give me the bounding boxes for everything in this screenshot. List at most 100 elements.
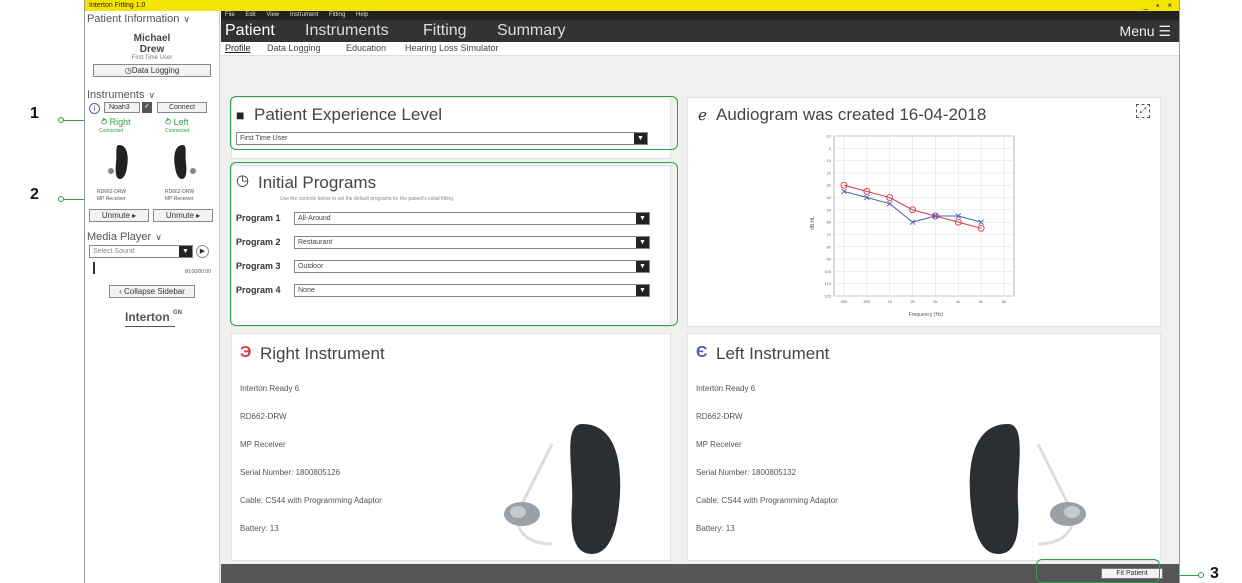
unmute-left-button[interactable]: Unmute ▸ — [153, 209, 213, 222]
x-tick-label: 2k — [910, 299, 914, 304]
left-instrument-line-2: RD662-DRW — [696, 412, 743, 421]
x-tick-label: 250 — [841, 299, 848, 304]
x-tick-label: 6k — [979, 299, 983, 304]
right-instrument-line-1: Interton Ready 6 — [240, 384, 300, 393]
media-player-header[interactable]: Media Player ∨ — [85, 229, 219, 243]
patient-last-name: Drew — [139, 44, 165, 55]
menu-button[interactable]: Menu ☰ — [1120, 23, 1171, 40]
chevron-down-icon: ∨ — [183, 14, 190, 24]
audiogram-chart: -10 0 10 20 30 40 50 60 70 80 90 100 110 120 250 500 1k 2… — [810, 134, 1015, 318]
audiogram-xlabel: Frequency (Hz) — [909, 312, 944, 318]
left-ear-icon: Є — [696, 344, 708, 361]
patient-first-name: Michael — [133, 33, 171, 44]
menu-bar: File Edit View Instrument Fitting Help — [221, 11, 1179, 20]
tab-patient[interactable]: Patient — [225, 22, 275, 40]
right-hearing-aid-image — [504, 424, 621, 554]
left-status: Connected — [165, 128, 190, 134]
select-sound-dropdown[interactable]: Select Sound ▼ — [89, 245, 193, 258]
interton-logo: Interton GN — [125, 310, 183, 324]
right-instrument-card: Э Right Instrument Interton Ready 6 RD66… — [231, 333, 671, 561]
sub-tab-bar: Profile Data Logging Education Hearing L… — [221, 42, 1179, 56]
left-instrument-line-6: Battery: 13 — [696, 524, 735, 533]
left-instrument-line-5: Cable: CS44 with Programming Adaptor — [696, 496, 838, 505]
right-instrument-line-3: MP Receiver — [240, 440, 286, 449]
collapse-sidebar-button[interactable]: ‹ Collapse Sidebar — [109, 285, 195, 298]
y-tick-label: 40 — [827, 195, 832, 200]
data-logging-button[interactable]: ◷Data Logging — [93, 64, 211, 77]
y-tick-label: 70 — [827, 232, 832, 237]
audiogram-ylabel: dB HL — [810, 216, 816, 230]
left-connect-label: ⥁ Left — [165, 117, 189, 127]
left-instrument-line-4: Serial Number: 1800805132 — [696, 468, 797, 477]
left-model: RD662-DRW — [165, 189, 195, 195]
right-status: Connected — [99, 128, 124, 134]
title-bar: Interton Fitting 1.0 _ ▪ × — [85, 0, 1179, 11]
subtab-hearing-loss-simulator[interactable]: Hearing Loss Simulator — [405, 43, 499, 53]
menu-file[interactable]: File — [225, 12, 235, 18]
right-instrument-line-2: RD662-DRW — [240, 412, 287, 421]
y-tick-label: 100 — [824, 269, 831, 274]
subtab-profile[interactable]: Profile — [225, 43, 251, 53]
left-instrument-title: Left Instrument — [716, 344, 830, 363]
instruments-label: Instruments — [87, 89, 145, 101]
y-tick-label: 60 — [827, 220, 832, 225]
right-instrument-line-5: Cable: CS44 with Programming Adaptor — [240, 496, 382, 505]
audiogram-grid: -10 0 10 20 30 40 50 60 70 80 90 100 110 120 250 500 1k 2… — [824, 134, 1015, 304]
menu-instrument[interactable]: Instrument — [290, 12, 318, 18]
connect-button[interactable]: Connect — [157, 102, 207, 113]
y-tick-label: 0 — [829, 146, 832, 151]
tab-fitting[interactable]: Fitting — [423, 22, 467, 40]
tab-instruments[interactable]: Instruments — [305, 22, 389, 40]
callout-3: 3 — [1210, 565, 1219, 582]
subtab-data-logging[interactable]: Data Logging — [267, 43, 321, 53]
tab-bar: Patient Instruments Fitting Summary Menu… — [221, 20, 1179, 42]
chevron-down-icon: ∨ — [148, 90, 156, 100]
left-instrument-line-3: MP Receiver — [696, 440, 742, 449]
y-tick-label: -10 — [825, 134, 832, 139]
volume-slider[interactable] — [93, 262, 95, 274]
chevron-down-icon: ▼ — [179, 246, 192, 257]
menu-edit[interactable]: Edit — [245, 12, 255, 18]
menu-view[interactable]: View — [266, 12, 279, 18]
x-tick-label: 3k — [933, 299, 937, 304]
left-hearing-aid-image — [969, 424, 1086, 554]
callout-2: 2 — [30, 186, 39, 203]
y-tick-label: 50 — [827, 207, 832, 212]
noah-select[interactable]: Noah3 — [104, 102, 140, 113]
callout-2-dot — [58, 196, 64, 202]
subtab-education[interactable]: Education — [346, 43, 386, 53]
right-ear-icon: Э — [240, 344, 252, 361]
menu-help[interactable]: Help — [356, 12, 368, 18]
right-hearing-aid-icon — [108, 145, 128, 179]
y-tick-label: 20 — [827, 170, 832, 175]
y-tick-label: 10 — [827, 158, 832, 163]
x-tick-label: 500 — [864, 299, 871, 304]
callout-1-dot — [58, 117, 64, 123]
right-connect-label: ⥁ Right — [101, 117, 131, 127]
x-tick-label: 1k — [888, 299, 892, 304]
info-icon[interactable]: i — [89, 103, 100, 114]
x-tick-label: 8k — [1002, 299, 1006, 304]
left-instrument-line-1: Interton Ready 6 — [696, 384, 756, 393]
menu-fitting[interactable]: Fitting — [329, 12, 345, 18]
media-player-label: Media Player — [87, 231, 152, 243]
instruments-header[interactable]: Instruments ∨ — [85, 87, 219, 101]
patient-sub: First Time User — [131, 55, 173, 61]
noah-check-icon[interactable]: ✓ — [142, 102, 152, 113]
patient-info-header[interactable]: Patient Information ∨ — [85, 11, 219, 25]
window-title: Interton Fitting 1.0 — [89, 2, 146, 9]
y-tick-label: 90 — [827, 257, 832, 262]
y-tick-label: 30 — [827, 183, 832, 188]
play-icon[interactable]: ▶ — [196, 245, 209, 258]
callout-3-dot — [1198, 572, 1204, 578]
highlight-programs — [230, 162, 678, 326]
audiogram-frame — [833, 135, 1015, 297]
highlight-experience — [230, 96, 678, 150]
right-model: RD662-DRW — [97, 189, 127, 195]
window-controls[interactable]: _ ▪ × — [1144, 0, 1175, 11]
unmute-right-button[interactable]: Unmute ▸ — [89, 209, 149, 222]
tab-summary[interactable]: Summary — [497, 22, 565, 40]
x-tick-label: 4k — [956, 299, 960, 304]
select-sound-value: Select Sound — [93, 248, 135, 255]
expand-icon[interactable]: ⤢ — [1136, 104, 1150, 118]
